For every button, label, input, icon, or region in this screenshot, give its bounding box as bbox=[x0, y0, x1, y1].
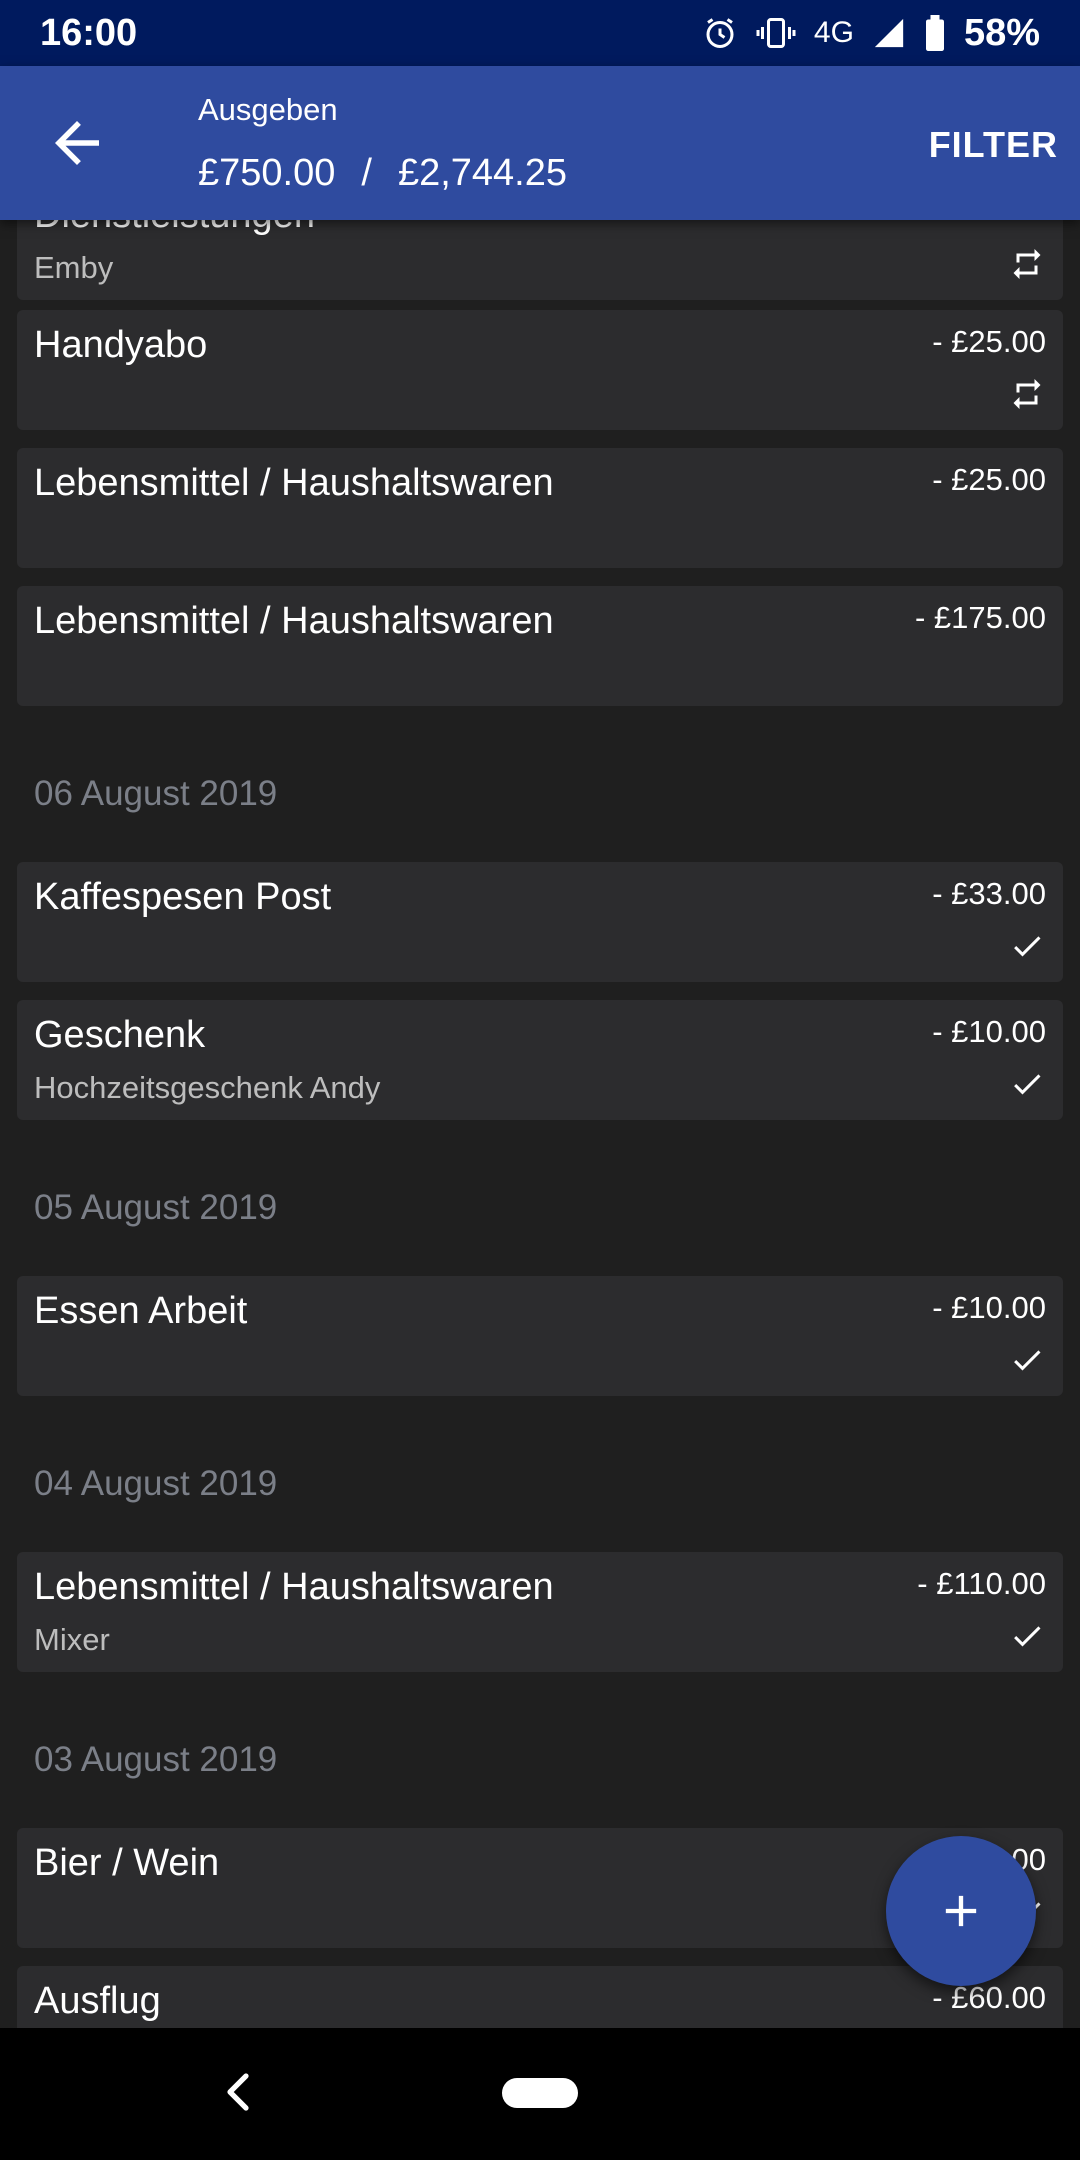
transaction-amount: - £110.00 bbox=[917, 1566, 1046, 1601]
plus-icon bbox=[945, 1895, 977, 1927]
transaction-amount: - £60.00 bbox=[932, 1980, 1046, 2015]
arrow-left-icon bbox=[55, 121, 99, 165]
vibrate-icon bbox=[756, 18, 796, 48]
transaction-card[interactable]: Dienstleistungen Emby bbox=[17, 220, 1063, 300]
transaction-amount: - £25.00 bbox=[932, 462, 1046, 497]
add-transaction-button[interactable] bbox=[886, 1836, 1036, 1986]
transaction-list[interactable]: Dienstleistungen Emby Handyabo - £25.00 … bbox=[0, 220, 1080, 2028]
repeat-icon bbox=[1013, 249, 1041, 279]
nav-back-icon[interactable] bbox=[218, 2070, 258, 2114]
transaction-card[interactable]: Lebensmittel / Haushaltswaren - £25.00 bbox=[17, 448, 1063, 568]
date-header: 05 August 2019 bbox=[34, 1188, 278, 1227]
transaction-title: Lebensmittel / Haushaltswaren bbox=[34, 1566, 554, 1608]
transaction-amount: - £33.00 bbox=[932, 876, 1046, 911]
transaction-card[interactable]: Lebensmittel / Haushaltswaren - £175.00 bbox=[17, 586, 1063, 706]
transaction-title: Kaffespesen Post bbox=[34, 876, 332, 918]
status-bar: 16:00 4G 58% bbox=[0, 0, 1080, 66]
transaction-card[interactable]: Lebensmittel / Haushaltswaren Mixer - £1… bbox=[17, 1552, 1063, 1672]
transaction-title: Ausflug bbox=[34, 1980, 161, 2022]
app-bar: Ausgeben £750.00 / £2,744.25 FILTER bbox=[0, 66, 1080, 220]
signal-icon bbox=[874, 18, 904, 48]
date-header: 04 August 2019 bbox=[34, 1464, 278, 1503]
budget-amount: £2,744.25 bbox=[397, 152, 567, 194]
transaction-amount: - £175.00 bbox=[915, 600, 1046, 635]
check-icon bbox=[1014, 1350, 1041, 1371]
check-icon bbox=[1014, 1074, 1041, 1095]
transaction-amount: - £25.00 bbox=[932, 324, 1046, 359]
transaction-title: Geschenk bbox=[34, 1014, 206, 1056]
transaction-card[interactable]: Handyabo - £25.00 bbox=[17, 310, 1063, 430]
battery-icon bbox=[925, 15, 944, 51]
date-header: 03 August 2019 bbox=[34, 1740, 278, 1779]
check-icon bbox=[1014, 936, 1041, 957]
spent-amount: £750.00 bbox=[198, 152, 336, 194]
transaction-title: Lebensmittel / Haushaltswaren bbox=[34, 600, 554, 642]
network-type: 4G bbox=[813, 16, 854, 49]
system-nav-bar bbox=[0, 2028, 1080, 2160]
alarm-icon bbox=[706, 18, 734, 48]
budget-summary: £750.00 / £2,744.25 bbox=[198, 152, 567, 195]
transaction-card[interactable]: Essen Arbeit - £10.00 bbox=[17, 1276, 1063, 1396]
check-icon bbox=[1014, 1626, 1041, 1647]
status-icons: 4G 58% bbox=[702, 12, 1040, 55]
transaction-amount: - £10.00 bbox=[932, 1290, 1046, 1325]
battery-percent: 58% bbox=[963, 11, 1040, 54]
transaction-title: Essen Arbeit bbox=[34, 1290, 248, 1332]
transaction-title: Dienstleistungen bbox=[34, 220, 315, 237]
back-button[interactable] bbox=[44, 110, 110, 176]
transaction-note: Emby bbox=[34, 250, 114, 285]
transaction-title: Handyabo bbox=[34, 324, 208, 366]
transaction-card[interactable]: Kaffespesen Post - £33.00 bbox=[17, 862, 1063, 982]
nav-home-pill[interactable] bbox=[502, 2078, 578, 2108]
transaction-card[interactable]: Ausflug - £60.00 bbox=[17, 1966, 1063, 2028]
transaction-card[interactable]: Geschenk Hochzeitsgeschenk Andy - £10.00 bbox=[17, 1000, 1063, 1120]
page-title: Ausgeben bbox=[198, 92, 338, 127]
repeat-icon bbox=[1013, 379, 1041, 409]
transaction-note: Mixer bbox=[34, 1622, 110, 1657]
filter-button[interactable]: FILTER bbox=[929, 124, 1058, 166]
status-time: 16:00 bbox=[40, 11, 138, 54]
amount-separator: / bbox=[361, 152, 372, 194]
transaction-amount: - £10.00 bbox=[932, 1014, 1046, 1049]
date-header: 06 August 2019 bbox=[34, 774, 278, 813]
transaction-title: Bier / Wein bbox=[34, 1842, 220, 1884]
transaction-title: Lebensmittel / Haushaltswaren bbox=[34, 462, 554, 504]
transaction-note: Hochzeitsgeschenk Andy bbox=[34, 1070, 381, 1105]
